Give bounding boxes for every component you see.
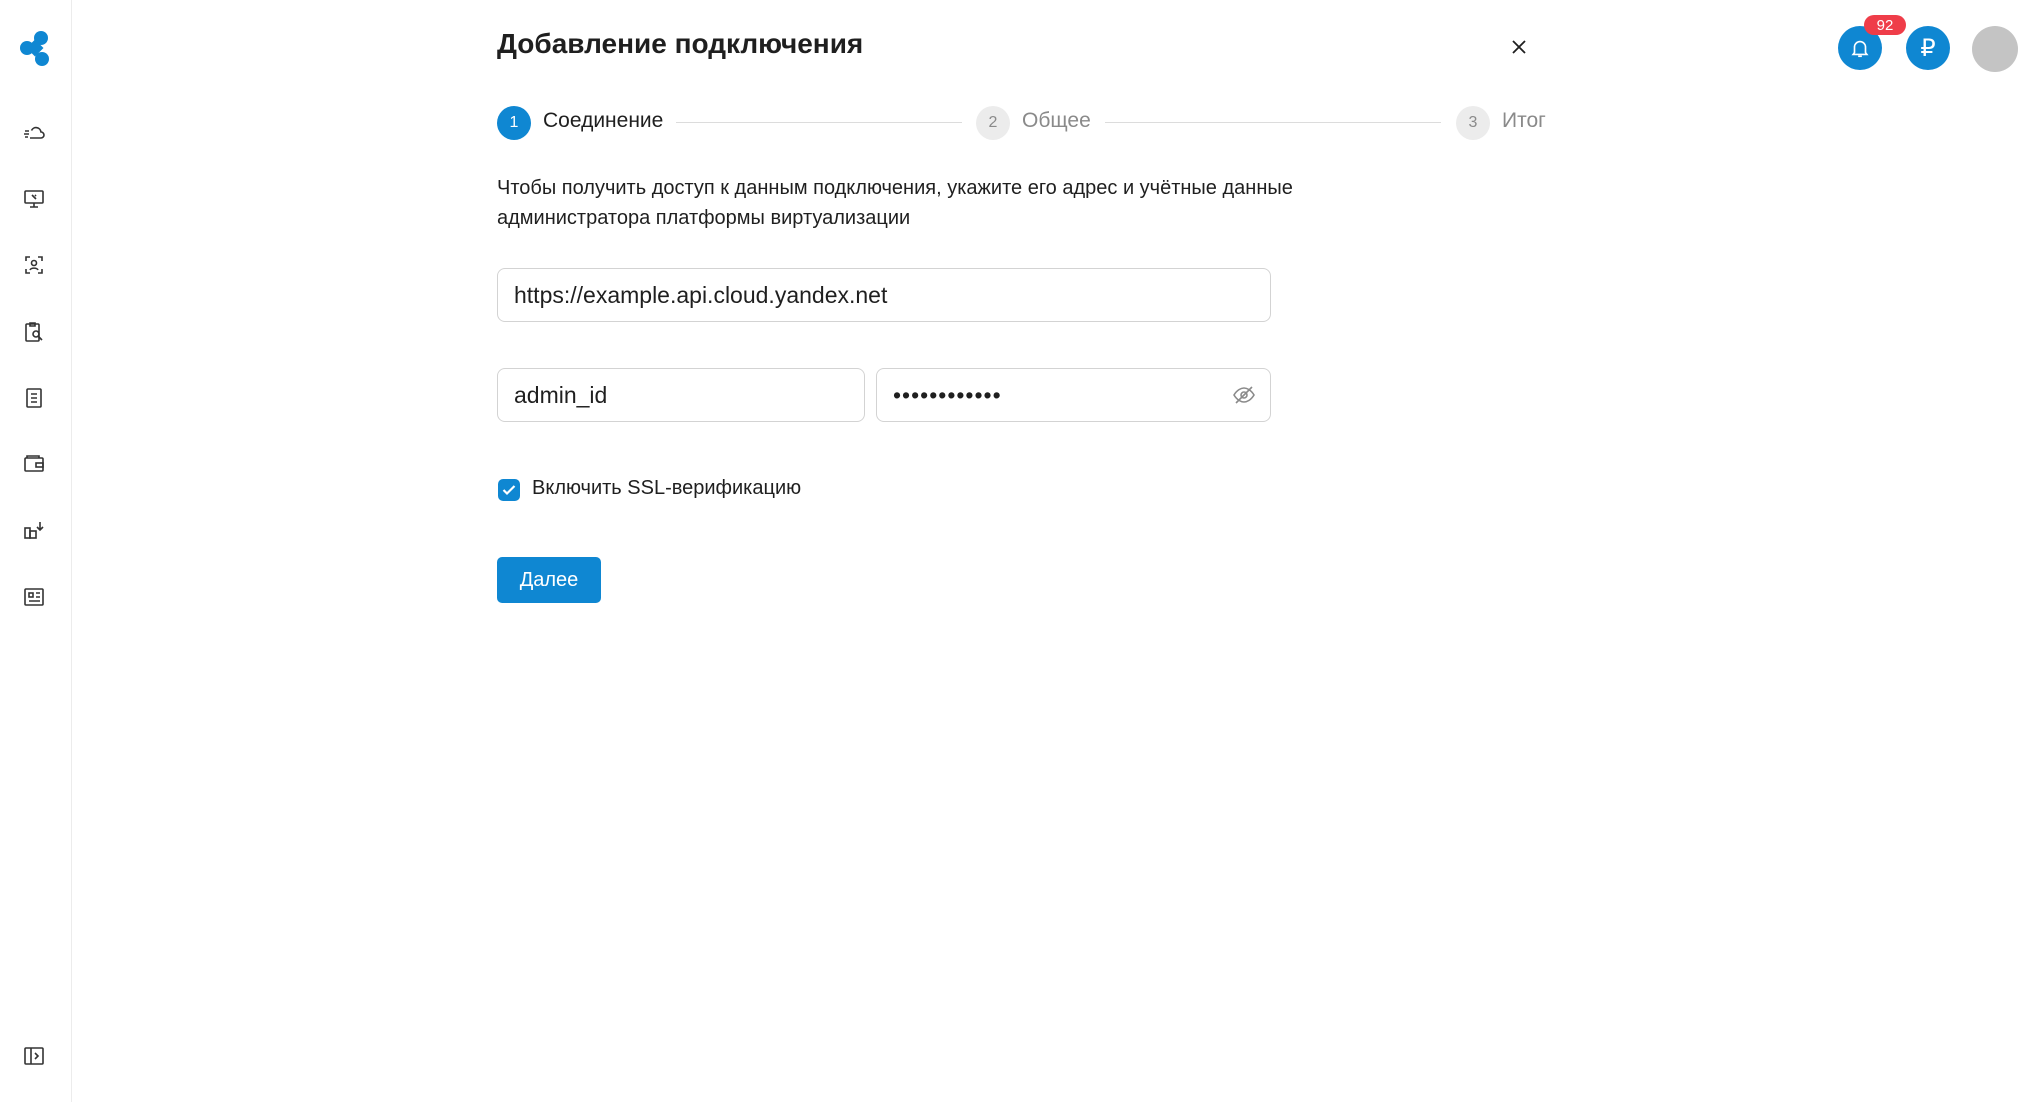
- step-3-number: 3: [1456, 106, 1490, 140]
- password-field: [876, 368, 1271, 422]
- step-2-label: Общее: [1022, 109, 1091, 132]
- close-button[interactable]: [1506, 34, 1532, 60]
- url-input[interactable]: [497, 268, 1271, 322]
- bell-icon: [1851, 40, 1869, 58]
- notifications-badge: 92: [1864, 15, 1906, 35]
- toggle-password-visibility-button[interactable]: [1231, 383, 1257, 407]
- close-icon: [1512, 40, 1526, 54]
- avatar[interactable]: [1972, 26, 2018, 72]
- step-connector: [676, 122, 962, 123]
- sidebar-item-audit[interactable]: [20, 318, 48, 346]
- check-icon: [502, 485, 516, 496]
- step-3-label: Итог: [1502, 109, 1546, 132]
- sidebar-item-users[interactable]: [20, 251, 48, 279]
- sidebar: [0, 0, 72, 1102]
- dashboard-icon: [24, 588, 44, 606]
- next-button[interactable]: Далее: [497, 557, 601, 603]
- sidebar-item-dashboard[interactable]: [20, 583, 48, 611]
- wallet-icon: [24, 455, 44, 472]
- ssl-checkbox[interactable]: [498, 479, 520, 501]
- billing-button[interactable]: ₽: [1906, 26, 1950, 70]
- step-1-label: Соединение: [543, 109, 664, 132]
- eye-off-icon: [1233, 386, 1255, 404]
- step-connector: [1105, 122, 1441, 123]
- currency-symbol: ₽: [1920, 34, 1936, 62]
- collapse-panel-icon: [24, 1047, 44, 1065]
- document-list-icon: [26, 388, 42, 408]
- monitor-icon: [24, 190, 44, 208]
- collapse-sidebar-button[interactable]: [20, 1042, 48, 1070]
- clipboard-search-icon: [25, 322, 43, 342]
- sidebar-item-cloud[interactable]: [20, 119, 48, 147]
- password-input[interactable]: [876, 368, 1271, 422]
- sidebar-item-organization[interactable]: [20, 516, 48, 544]
- login-input[interactable]: [497, 368, 865, 422]
- step-2-number: 2: [976, 106, 1010, 140]
- cloud-icon: [24, 126, 45, 139]
- logo-icon[interactable]: [17, 30, 53, 68]
- form-description: Чтобы получить доступ к данным подключен…: [497, 177, 1293, 229]
- organization-icon: [24, 522, 44, 539]
- sidebar-item-billing[interactable]: [20, 450, 48, 478]
- sidebar-item-documents[interactable]: [20, 384, 48, 412]
- ssl-checkbox-label[interactable]: Включить SSL-верификацию: [532, 477, 801, 500]
- page-title: Добавление подключения: [497, 28, 864, 59]
- sidebar-item-monitor[interactable]: [20, 185, 48, 213]
- step-1-number: 1: [497, 106, 531, 140]
- user-frame-icon: [25, 256, 43, 274]
